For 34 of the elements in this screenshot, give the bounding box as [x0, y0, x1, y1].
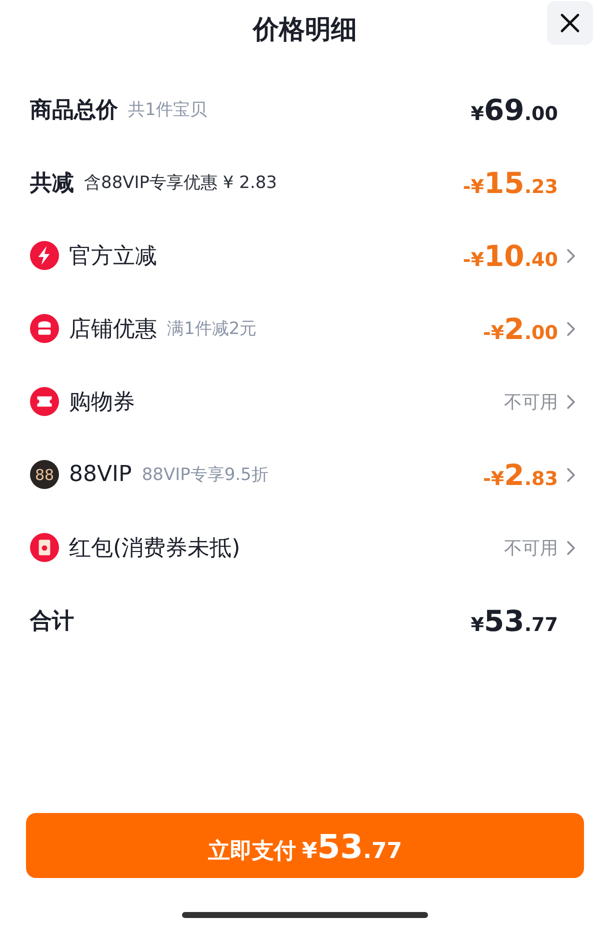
row-label: 红包(消费券未抵): [69, 534, 240, 562]
envelope-icon: [30, 533, 59, 562]
row-label: 合计: [30, 608, 74, 636]
row-label: 商品总价: [30, 96, 118, 124]
chevron-right-icon[interactable]: [566, 466, 576, 482]
row-label: 官方立减: [69, 242, 157, 270]
row-label: 共减: [30, 170, 74, 198]
vip-badge-icon: 88: [30, 460, 59, 489]
price-amount: -¥2.00: [483, 312, 558, 346]
price-amount: -¥15.23: [462, 166, 558, 200]
sheet-title: 价格明细: [253, 14, 357, 46]
row-label: 购物券: [69, 388, 135, 416]
row-label: 88VIP: [69, 462, 132, 487]
row-note: 含88VIP专享优惠 ¥ 2.83: [84, 172, 278, 194]
row-label: 店铺优惠: [69, 316, 157, 344]
price-amount: ¥53.77: [470, 604, 558, 638]
chevron-right-icon[interactable]: [566, 320, 576, 336]
close-button[interactable]: [547, 1, 593, 45]
price-amount: ¥69.00: [470, 92, 558, 126]
status-text: 不可用: [504, 536, 558, 560]
ticket-icon: [30, 387, 59, 416]
chevron-right-icon[interactable]: [566, 248, 576, 264]
chevron-right-icon[interactable]: [566, 540, 576, 556]
row-note: 满1件减2元: [167, 318, 257, 340]
shop-icon: [30, 314, 59, 343]
price-amount: -¥10.40: [462, 238, 558, 272]
row-note: 88VIP专享9.5折: [142, 464, 268, 486]
lightning-icon: [30, 241, 59, 270]
status-text: 不可用: [504, 390, 558, 414]
pay-now-button[interactable]: 立即支付 ¥53.77: [26, 813, 584, 878]
price-amount: -¥2.83: [483, 458, 558, 492]
close-icon: [559, 12, 581, 34]
row-note: 共1件宝贝: [128, 99, 207, 121]
chevron-right-icon[interactable]: [566, 394, 576, 410]
